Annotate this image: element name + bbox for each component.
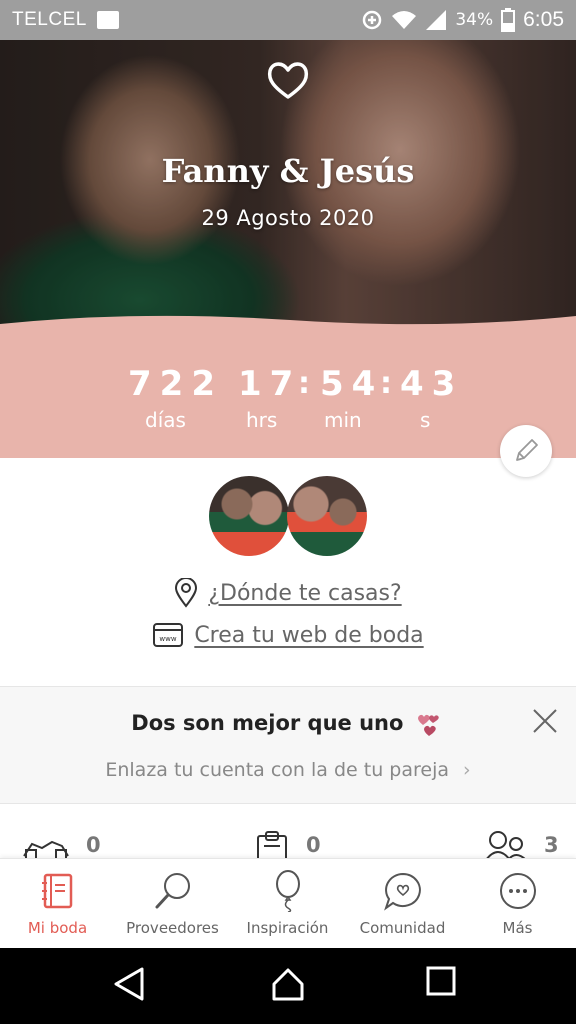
countdown-separator: : bbox=[298, 366, 310, 401]
stat-value: 0 bbox=[86, 833, 101, 857]
web-link-row[interactable]: www Crea tu web de boda bbox=[0, 622, 576, 648]
wifi-icon bbox=[392, 11, 417, 29]
svg-text:www: www bbox=[160, 635, 177, 643]
countdown-separator: : bbox=[380, 366, 392, 401]
stat-value: 3 bbox=[544, 833, 559, 857]
tab-label: Inspiración bbox=[246, 919, 329, 937]
countdown-seconds-label: s bbox=[420, 408, 431, 432]
stat-value: 0 bbox=[306, 833, 321, 857]
handshake-icon bbox=[23, 840, 69, 860]
wave-divider bbox=[0, 315, 576, 332]
countdown-hours-label: hrs bbox=[246, 408, 278, 432]
stat-guests[interactable]: 3 bbox=[484, 830, 559, 860]
pencil-icon bbox=[516, 439, 538, 461]
edit-wedding-button[interactable] bbox=[500, 425, 552, 477]
signal-icon bbox=[426, 10, 447, 30]
tab-label: Mi boda bbox=[27, 919, 88, 937]
data-saver-icon bbox=[363, 10, 382, 30]
location-link[interactable]: ¿Dónde te casas? bbox=[208, 581, 401, 606]
countdown-minutes-label: min bbox=[324, 408, 362, 432]
guests-icon bbox=[485, 831, 527, 860]
avatar-partner-2[interactable] bbox=[287, 476, 367, 556]
tab-label: Comunidad bbox=[359, 919, 446, 937]
close-icon[interactable] bbox=[532, 708, 558, 734]
countdown-minutes: 54 bbox=[320, 364, 384, 404]
tab-comunidad[interactable]: Comunidad bbox=[345, 859, 460, 949]
wedding-date: 29 Agosto 2020 bbox=[201, 206, 375, 230]
tab-proveedores[interactable]: Proveedores bbox=[115, 859, 230, 949]
search-icon bbox=[155, 873, 190, 909]
tab-label: Proveedores bbox=[126, 919, 219, 937]
countdown-days: 722 bbox=[128, 364, 223, 404]
image-notification-icon bbox=[96, 11, 119, 29]
avatar-partner-1[interactable] bbox=[209, 476, 289, 556]
clipboard-icon bbox=[257, 831, 287, 860]
create-website-link[interactable]: Crea tu web de boda bbox=[194, 623, 423, 648]
partner-card-subtitle[interactable]: Enlaza tu cuenta con la de tu pareja › bbox=[0, 759, 576, 781]
bottom-tab-bar: Mi boda Proveedores Inspiración Comunida… bbox=[0, 858, 576, 948]
carrier-name: TELCEL bbox=[12, 9, 87, 30]
stat-vendors-hired[interactable]: 0 bbox=[22, 830, 101, 860]
countdown-days-label: días bbox=[145, 408, 186, 432]
system-navigation-bar bbox=[0, 948, 576, 1024]
balloon-icon bbox=[275, 870, 300, 912]
partner-card-title-text: Dos son mejor que uno bbox=[131, 711, 404, 735]
notebook-icon bbox=[41, 873, 72, 909]
battery-icon bbox=[501, 8, 516, 32]
map-pin-icon bbox=[175, 578, 198, 608]
link-partner-card[interactable]: Dos son mejor que uno Enlaza tu cuenta c… bbox=[0, 686, 576, 804]
browser-window-icon: www bbox=[153, 623, 184, 647]
countdown-panel: 722 17 : 54 : 43 días hrs min s bbox=[0, 315, 576, 458]
tab-inspiracion[interactable]: Inspiración bbox=[230, 859, 345, 949]
home-icon[interactable] bbox=[270, 966, 306, 1002]
tab-mas[interactable]: Más bbox=[460, 859, 575, 949]
stat-tasks[interactable]: 0 bbox=[254, 830, 321, 860]
countdown-seconds: 43 bbox=[400, 364, 464, 404]
countdown-hours: 17 bbox=[238, 364, 302, 404]
status-icons: 34% 6:05 bbox=[361, 8, 564, 32]
more-icon bbox=[499, 873, 536, 909]
partner-card-subtitle-text: Enlaza tu cuenta con la de tu pareja bbox=[105, 759, 449, 781]
location-link-row[interactable]: ¿Dónde te casas? bbox=[0, 578, 576, 608]
clock: 6:05 bbox=[523, 8, 564, 31]
tab-label: Más bbox=[502, 919, 533, 937]
tab-mi-boda[interactable]: Mi boda bbox=[0, 859, 115, 949]
couple-photo-header[interactable]: Fanny & Jesús 29 Agosto 2020 bbox=[0, 40, 576, 340]
couple-names: Fanny & Jesús bbox=[161, 152, 415, 190]
hearts-icon bbox=[417, 714, 439, 736]
heart-icon bbox=[267, 62, 309, 99]
chat-heart-icon bbox=[383, 872, 421, 911]
back-icon[interactable] bbox=[112, 966, 146, 1002]
partner-card-title: Dos son mejor que uno bbox=[0, 711, 576, 737]
recents-icon[interactable] bbox=[426, 966, 456, 996]
status-bar: TELCEL 34% 6:05 bbox=[0, 0, 576, 40]
battery-percent: 34% bbox=[455, 10, 494, 30]
chevron-right-icon: › bbox=[463, 759, 471, 781]
